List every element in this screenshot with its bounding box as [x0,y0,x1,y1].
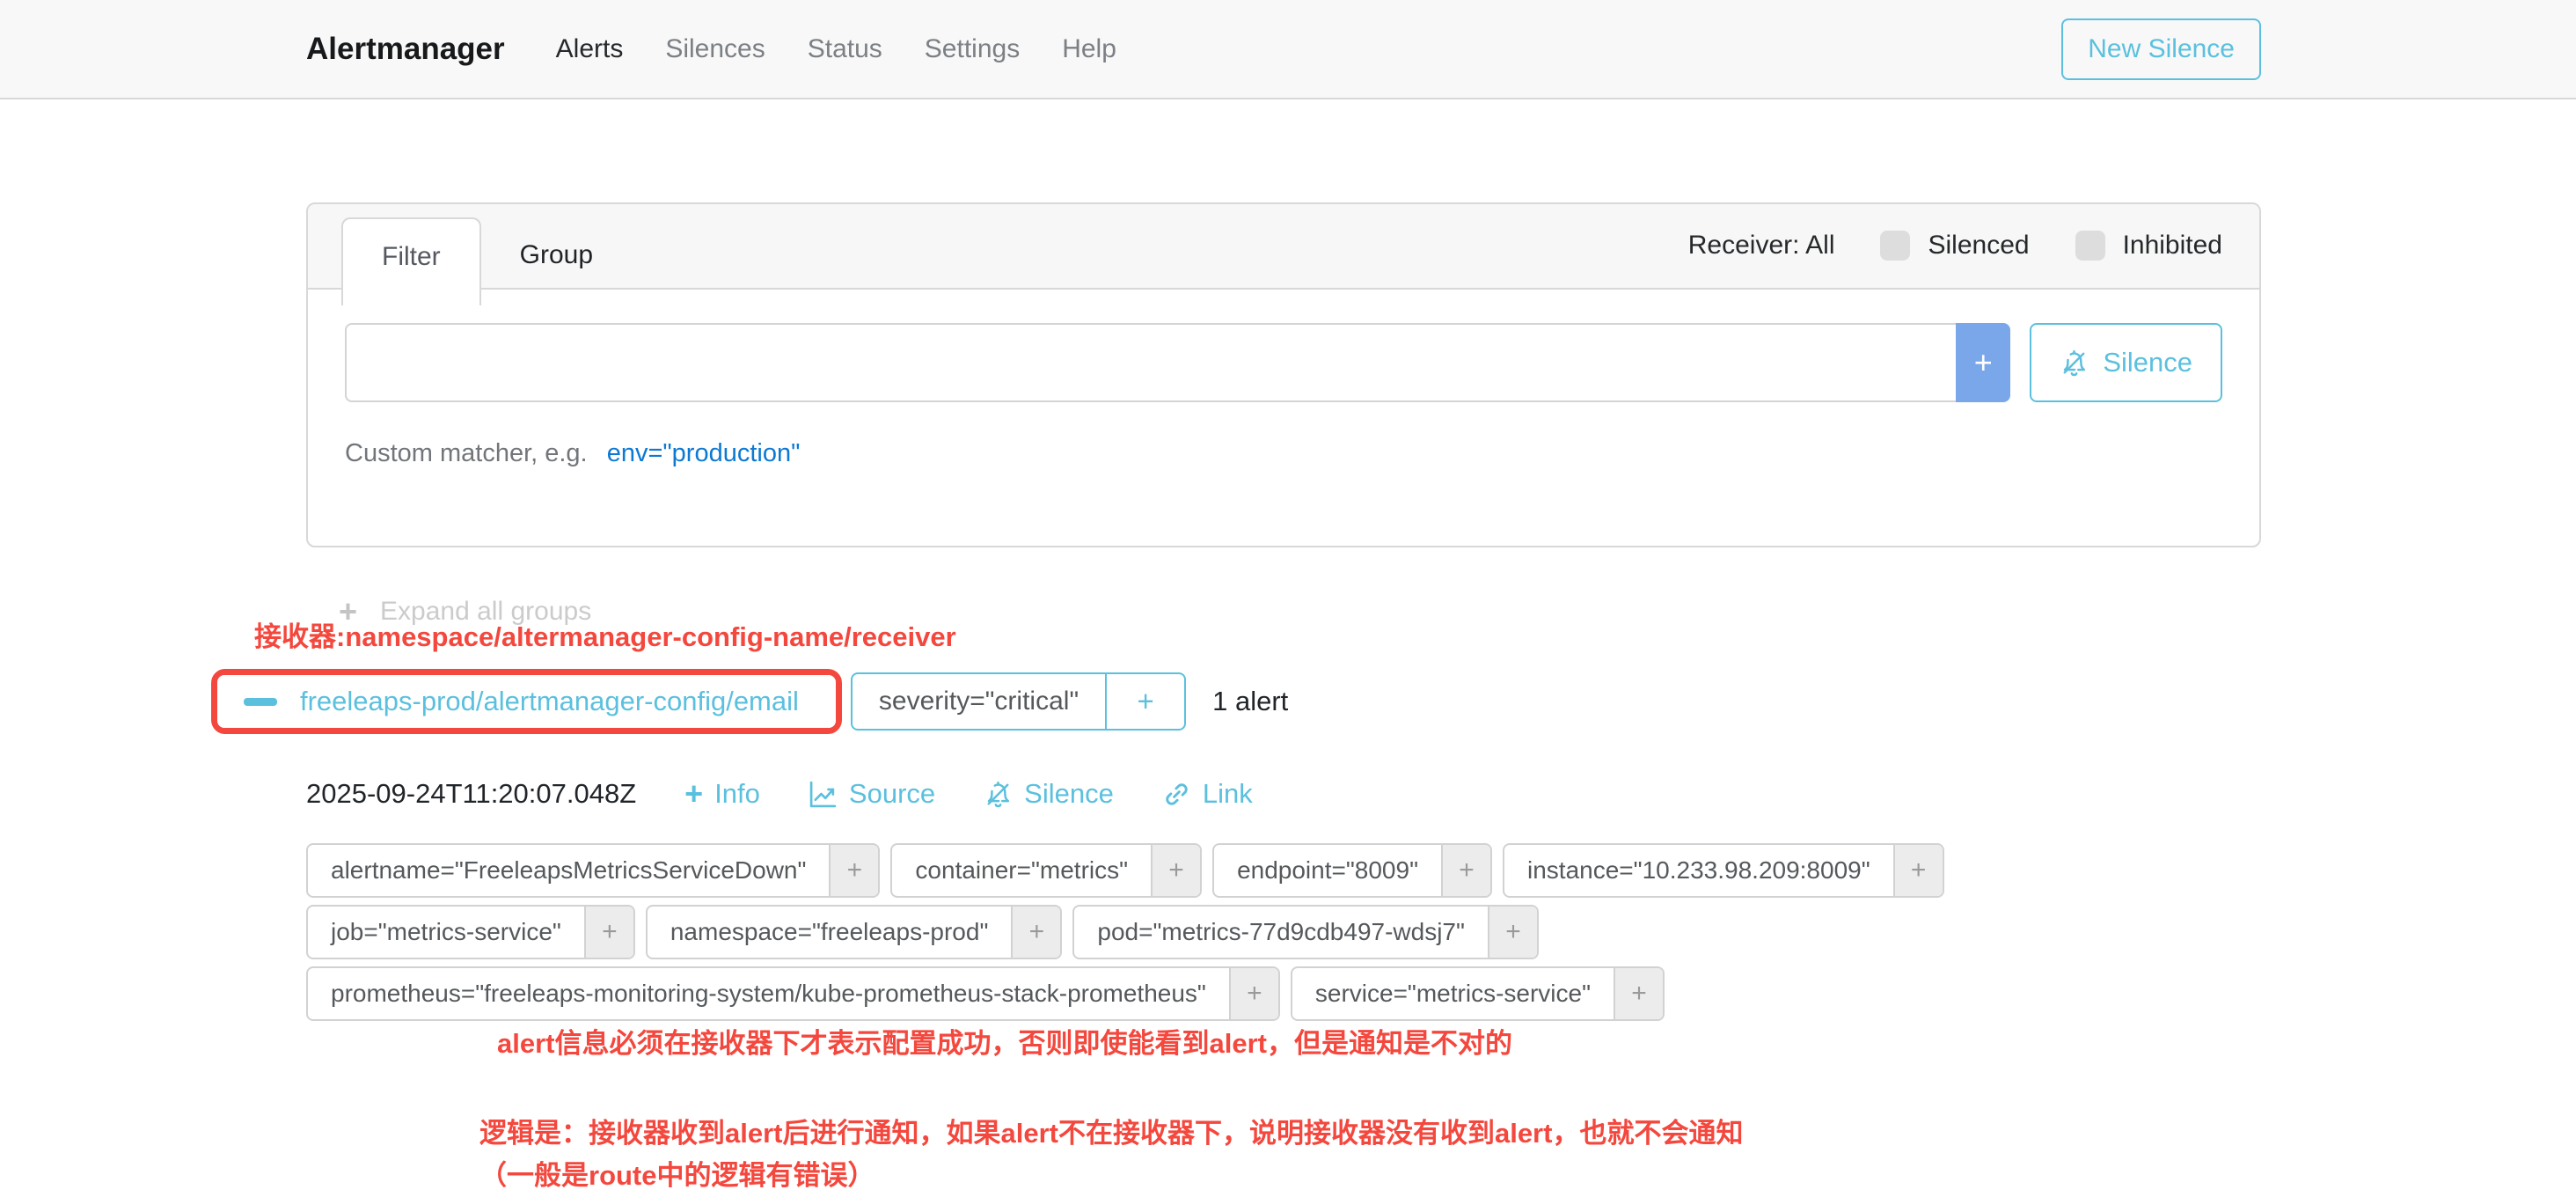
label-chip-text: endpoint="8009" [1214,845,1441,896]
label-chip-add-filter-button[interactable]: + [1614,968,1663,1019]
matcher-input[interactable] [345,323,1956,402]
label-chip: pod="metrics-77d9cdb497-wdsj7"+ [1072,905,1539,959]
chart-icon [809,780,838,809]
label-chip: instance="10.233.98.209:8009"+ [1503,843,1944,898]
alert-header: 2025-09-24T11:20:07.048Z + Info Source Sile… [306,778,2576,810]
nav-item-silences[interactable]: Silences [665,34,765,64]
label-chip-text: instance="10.233.98.209:8009" [1504,845,1893,896]
nav-item-status[interactable]: Status [808,34,882,64]
alert-actions: + Info Source Silence Link [636,778,1253,810]
label-chip-add-filter-button[interactable]: + [1151,845,1200,896]
label-chip: container="metrics"+ [890,843,1202,898]
filter-tabs: Filter Group [341,217,632,305]
alert-labels: alertname="FreeleapsMetricsServiceDown"+… [306,843,2180,1021]
matcher-row: + Silence [345,323,2222,402]
link-icon [1162,780,1191,809]
label-chip-add-filter-button[interactable]: + [1488,907,1537,958]
minus-icon [244,698,277,706]
annotation-alert-note: alert信息必须在接收器下才表示配置成功，否则即使能看到alert，但是通知是… [497,1024,1512,1063]
label-chip-add-filter-button[interactable]: + [1893,845,1943,896]
header-right-controls: Receiver: All Silenced Inhibited [1688,231,2222,261]
matcher-example-link[interactable]: env="production" [607,439,801,467]
checkbox-inhibited[interactable]: Inhibited [2075,231,2222,261]
label-chip: alertname="FreeleapsMetricsServiceDown"+ [306,843,880,898]
alert-action-label: Info [714,778,760,810]
label-chip-text: alertname="FreeleapsMetricsServiceDown" [308,845,829,896]
label-chip: prometheus="freeleaps-monitoring-system/… [306,966,1280,1021]
label-chip-text: service="metrics-service" [1292,968,1614,1019]
group-matcher-chip: severity="critical" + [851,672,1186,731]
tab-group[interactable]: Group [481,217,632,305]
checkbox-silenced[interactable]: Silenced [1880,231,2029,261]
bell-slash-icon [984,780,1013,809]
group-matcher-add-button[interactable]: + [1105,674,1184,729]
alert-action-silence[interactable]: Silence [984,778,1114,810]
silence-button-label: Silence [2103,347,2192,378]
navbar: Alertmanager Alerts Silences Status Setting… [0,0,2576,99]
nav-item-alerts[interactable]: Alerts [556,34,624,64]
label-chip: endpoint="8009"+ [1212,843,1492,898]
annotation-receiver-note: 接收器:namespace/altermanager-config-name/r… [254,618,956,657]
checkbox-icon[interactable] [2075,231,2105,261]
label-chip-add-filter-button[interactable]: + [584,907,633,958]
tab-filter[interactable]: Filter [341,217,481,305]
bell-slash-icon [2060,349,2089,378]
label-chip-text: container="metrics" [892,845,1151,896]
silence-from-filter-button[interactable]: Silence [2030,323,2222,402]
checkbox-label: Silenced [1928,231,2029,261]
checkbox-label: Inhibited [2123,231,2222,261]
alert-action-link[interactable]: Link [1162,778,1253,810]
group-matcher-label[interactable]: severity="critical" [853,674,1105,729]
filter-card-body: + Silence Custom matcher, e.g. env="prod… [308,290,2259,546]
checkbox-icon[interactable] [1880,231,1910,261]
label-chip-text: pod="metrics-77d9cdb497-wdsj7" [1074,907,1488,958]
label-chip-add-filter-button[interactable]: + [1011,907,1060,958]
matcher-hint-text: Custom matcher, e.g. [345,439,588,467]
alert-count: 1 alert [1212,686,1288,717]
annotation-logic-line2: （一般是route中的逻辑有错误） [479,1155,1743,1197]
alert-action-info[interactable]: + Info [684,778,760,810]
label-chip-text: prometheus="freeleaps-monitoring-system/… [308,968,1229,1019]
alert-action-label: Link [1203,778,1253,810]
filter-card: Filter Group Receiver: All Silenced Inhib… [306,202,2261,547]
alert-timestamp: 2025-09-24T11:20:07.048Z [306,778,636,810]
annotation-logic-line1: 逻辑是：接收器收到alert后进行通知，如果alert不在接收器下，说明接收器没… [479,1113,1743,1155]
label-chip: job="metrics-service"+ [306,905,635,959]
alert-action-label: Silence [1024,778,1114,810]
state-filters: Silenced Inhibited [1880,231,2222,261]
label-chip-add-filter-button[interactable]: + [1441,845,1490,896]
label-chip-add-filter-button[interactable]: + [829,845,878,896]
new-silence-button[interactable]: New Silence [2061,18,2261,80]
label-chip: service="metrics-service"+ [1291,966,1665,1021]
matcher-input-group: + [345,323,2010,402]
label-chip-text: job="metrics-service" [308,907,584,958]
alert-section: 2025-09-24T11:20:07.048Z + Info Source Sile… [306,778,2576,1021]
matcher-hint: Custom matcher, e.g. env="production" [345,439,2222,468]
add-matcher-button[interactable]: + [1956,323,2010,402]
alert-group-row: freeleaps-prod/alertmanager-config/email… [211,669,2576,734]
nav-items: Alerts Silences Status Settings Help [556,34,1159,64]
label-chip-add-filter-button[interactable]: + [1229,968,1278,1019]
group-receiver-name: freeleaps-prod/alertmanager-config/email [300,686,799,717]
nav-item-settings[interactable]: Settings [925,34,1020,64]
app-title[interactable]: Alertmanager [306,32,505,67]
filter-card-header: Filter Group Receiver: All SilencedInhib… [308,204,2259,290]
alert-action-label: Source [849,778,935,810]
annotation-red-box: freeleaps-prod/alertmanager-config/email [211,669,842,734]
group-collapse-button[interactable]: freeleaps-prod/alertmanager-config/email [217,675,836,728]
receiver-filter[interactable]: Receiver: All [1688,231,1835,261]
label-chip-text: namespace="freeleaps-prod" [648,907,1012,958]
nav-item-help[interactable]: Help [1062,34,1116,64]
plus-icon: + [684,781,703,807]
label-chip: namespace="freeleaps-prod"+ [646,905,1063,959]
alert-action-source[interactable]: Source [809,778,935,810]
